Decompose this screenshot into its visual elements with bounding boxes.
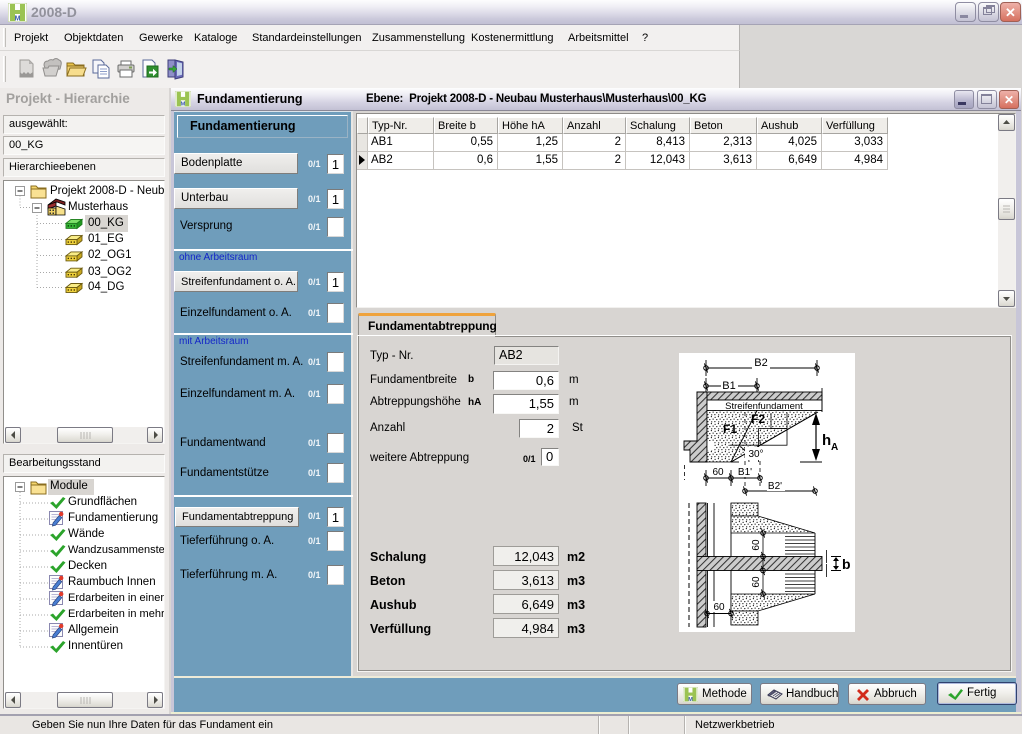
svg-text:F2: F2: [751, 412, 765, 426]
svg-text:M: M: [688, 697, 693, 702]
svg-text:B1: B1: [722, 380, 735, 392]
svg-text:B2': B2': [768, 481, 782, 492]
svg-text:B1': B1': [738, 467, 752, 478]
svg-text:60: 60: [751, 576, 762, 588]
svg-text:60: 60: [713, 602, 725, 613]
svg-text:30°: 30°: [748, 449, 763, 460]
svg-text:M: M: [181, 102, 186, 107]
svg-text:b: b: [842, 556, 851, 572]
svg-text:A: A: [831, 442, 838, 453]
svg-text:B2: B2: [754, 357, 767, 369]
svg-text:60: 60: [751, 539, 762, 551]
svg-text:F1: F1: [723, 422, 737, 436]
svg-text:60: 60: [712, 467, 724, 478]
svg-text:h: h: [822, 432, 831, 449]
svg-text:M: M: [15, 16, 21, 23]
